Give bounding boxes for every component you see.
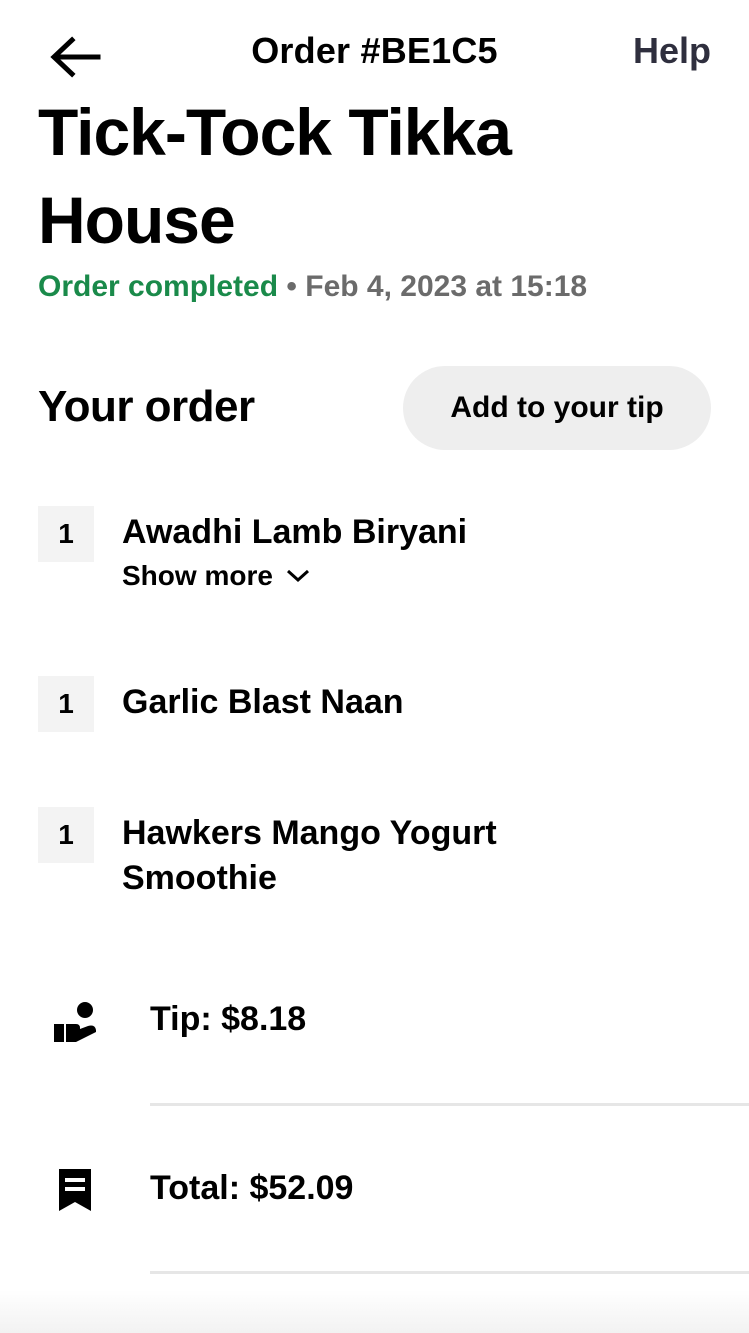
order-status: Order completed bbox=[38, 270, 279, 303]
restaurant-name: Tick-Tock Tikka House bbox=[38, 95, 512, 257]
show-more-label: Show more bbox=[122, 560, 273, 591]
tip-row: Tip: $8.18 bbox=[0, 998, 749, 1098]
help-link[interactable]: Help bbox=[633, 30, 711, 72]
top-bar: Order #BE1C5 Help bbox=[0, 0, 749, 100]
order-item: 1 Hawkers Mango Yogurt Smoothie bbox=[38, 807, 718, 907]
show-more-button[interactable]: Show more bbox=[122, 560, 311, 592]
order-item: 1 Awadhi Lamb Biryani Show more bbox=[38, 506, 718, 606]
order-date: Feb 4, 2023 at 15:18 bbox=[305, 270, 588, 303]
total-row: Total: $52.09 bbox=[0, 1167, 749, 1267]
order-item: 1 Garlic Blast Naan bbox=[38, 676, 718, 736]
hand-coin-icon bbox=[54, 1002, 96, 1042]
bottom-fade bbox=[0, 1290, 749, 1333]
status-separator: • bbox=[278, 270, 306, 303]
chevron-down-icon bbox=[286, 569, 309, 583]
item-quantity: 1 bbox=[38, 676, 94, 732]
receipt-icon bbox=[59, 1169, 91, 1211]
item-name: Garlic Blast Naan bbox=[122, 683, 404, 721]
divider bbox=[150, 1271, 749, 1274]
item-name: Hawkers Mango Yogurt Smoothie bbox=[122, 814, 497, 897]
total-amount: Total: $52.09 bbox=[150, 1169, 354, 1207]
tip-amount: Tip: $8.18 bbox=[150, 1000, 307, 1038]
item-quantity: 1 bbox=[38, 506, 94, 562]
your-order-heading: Your order bbox=[38, 382, 255, 431]
item-quantity: 1 bbox=[38, 807, 94, 863]
order-status-line: Order completed • Feb 4, 2023 at 15:18 bbox=[38, 270, 587, 304]
add-tip-button[interactable]: Add to your tip bbox=[403, 366, 711, 450]
item-name: Awadhi Lamb Biryani bbox=[122, 513, 468, 551]
divider bbox=[150, 1103, 749, 1106]
